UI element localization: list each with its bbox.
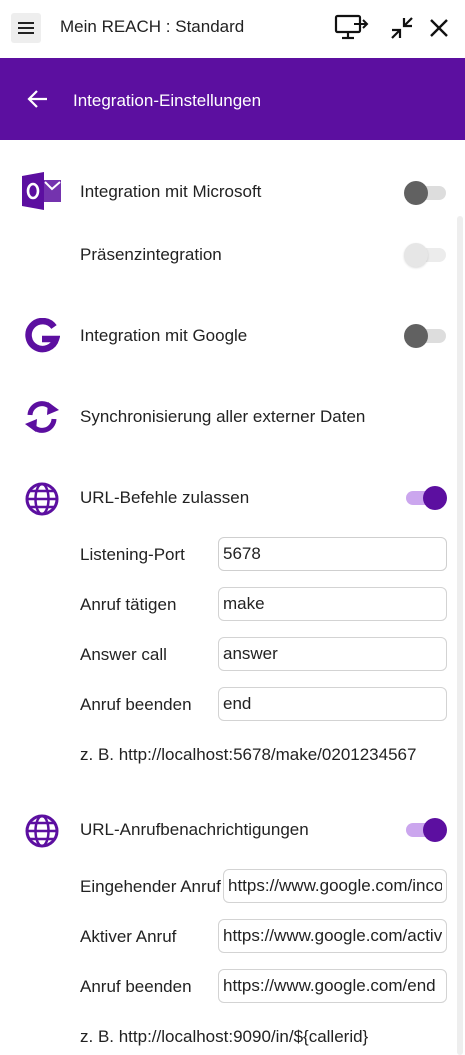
- end-call-url-input[interactable]: [218, 969, 447, 1003]
- globe-icon: [25, 814, 59, 848]
- active-call-label: Aktiver Anruf: [80, 927, 177, 946]
- presence-integration-toggle[interactable]: [404, 243, 446, 267]
- end-call-notification-label: Anruf beenden: [80, 977, 192, 996]
- url-notifications-toggle[interactable]: [404, 818, 447, 842]
- hamburger-menu-icon[interactable]: [11, 13, 41, 43]
- sync-all-data-label[interactable]: Synchronisierung aller externer Daten: [80, 407, 365, 427]
- end-call-label: Anruf beenden: [80, 695, 192, 714]
- app-title: Mein REACH : Standard: [60, 17, 245, 36]
- url-commands-toggle[interactable]: [404, 486, 447, 510]
- incoming-call-label: Eingehender Anruf: [80, 877, 221, 896]
- url-commands-label: URL-Befehle zulassen: [80, 488, 250, 507]
- microsoft-integration-toggle[interactable]: [404, 181, 446, 205]
- scrollbar[interactable]: [457, 216, 463, 1055]
- url-notifications-label: URL-Anrufbenachrichtigungen: [80, 820, 309, 839]
- microsoft-integration-label: Integration mit Microsoft: [80, 182, 262, 201]
- google-icon: [25, 318, 60, 353]
- url-notifications-example: z. B. http://localhost:9090/in/${calleri…: [80, 1027, 369, 1046]
- answer-call-input[interactable]: [218, 637, 447, 671]
- page-title: Integration-Einstellungen: [73, 91, 262, 110]
- active-call-url-input[interactable]: [218, 919, 447, 953]
- arrow-left-icon[interactable]: [27, 88, 49, 110]
- google-integration-label: Integration mit Google: [80, 326, 248, 345]
- close-icon[interactable]: [428, 17, 450, 39]
- make-call-input[interactable]: [218, 587, 447, 621]
- monitor-share-icon[interactable]: [334, 12, 370, 42]
- collapse-icon[interactable]: [389, 15, 415, 41]
- outlook-icon: [22, 172, 61, 210]
- make-call-label: Anruf tätigen: [80, 595, 177, 614]
- globe-icon: [25, 482, 59, 516]
- answer-call-label: Answer call: [80, 645, 167, 664]
- page-header: Integration-Einstellungen: [0, 58, 465, 140]
- presence-integration-label: Präsenzintegration: [80, 245, 222, 264]
- url-commands-example: z. B. http://localhost:5678/make/0201234…: [80, 745, 417, 764]
- listening-port-input[interactable]: [218, 537, 447, 571]
- incoming-call-url-input[interactable]: [223, 869, 447, 903]
- title-bar: Mein REACH : Standard: [0, 0, 465, 58]
- end-call-input[interactable]: [218, 687, 447, 721]
- sync-icon[interactable]: [22, 399, 62, 435]
- google-integration-toggle[interactable]: [404, 324, 446, 348]
- listening-port-label: Listening-Port: [80, 545, 185, 564]
